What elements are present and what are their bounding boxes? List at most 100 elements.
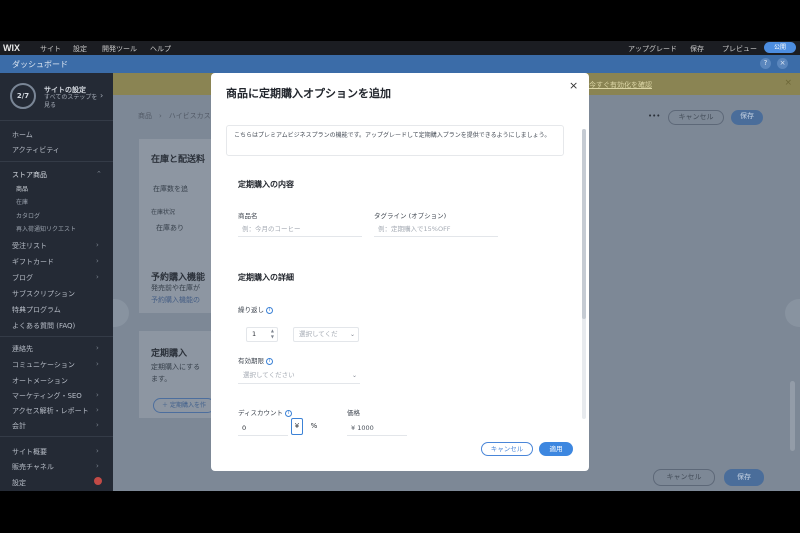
product-name-input[interactable]: 例：今月のコーヒー: [238, 222, 362, 237]
chevron-right-icon: ›: [96, 391, 99, 399]
repeat-value: 1: [252, 330, 257, 338]
top-nav: WIX サイト 設定 開発ツール ヘルプ アップグレード 保存 プレビュー 公開: [0, 41, 800, 55]
modal-scrollbar[interactable]: [582, 129, 586, 419]
sidebar-item-communication[interactable]: コミュニケーション: [12, 360, 75, 370]
sidebar-item-faq[interactable]: よくある質問 (FAQ): [12, 321, 75, 331]
modal-title: 商品に定期購入オプションを追加: [226, 87, 391, 100]
price-label: 価格: [347, 409, 360, 417]
sidebar-item-blog[interactable]: ブログ: [12, 273, 33, 283]
nav-save[interactable]: 保存: [690, 44, 704, 54]
sidebar-item-activity[interactable]: アクティビティ: [12, 145, 60, 155]
sidebar-subitem-products[interactable]: 商品: [16, 184, 28, 193]
sidebar-item-home[interactable]: ホーム: [12, 130, 33, 140]
tagline-input[interactable]: 例：定期購入で15%OFF: [374, 222, 498, 237]
sidebar-item-settings[interactable]: 設定: [12, 478, 26, 488]
sidebar-item-accounting[interactable]: 会計: [12, 421, 26, 431]
close-icon[interactable]: ×: [569, 79, 578, 92]
chevron-down-icon: ⌄: [349, 331, 355, 338]
page-scrollbar[interactable]: [790, 381, 795, 451]
sidebar-item-gift-cards[interactable]: ギフトカード: [12, 257, 54, 267]
nav-site[interactable]: サイト: [40, 44, 61, 54]
modal-cancel-button[interactable]: キャンセル: [481, 442, 533, 456]
nav-help[interactable]: ヘルプ: [150, 44, 171, 54]
close-icon[interactable]: ×: [784, 78, 792, 88]
chevron-right-icon: ›: [96, 447, 99, 455]
more-icon[interactable]: •••: [648, 112, 660, 120]
sidebar-item-orders[interactable]: 受注リスト: [12, 241, 47, 251]
stepper-arrows-icon[interactable]: ▲ ▼: [271, 328, 274, 340]
help-icon[interactable]: ?: [760, 58, 771, 69]
screen: WIX サイト 設定 開発ツール ヘルプ アップグレード 保存 プレビュー 公開…: [0, 41, 800, 491]
details-section-header: 定期購入の詳細: [238, 273, 294, 282]
chevron-right-icon: ›: [96, 462, 99, 470]
sidebar-subitem-catalog[interactable]: カタログ: [16, 211, 40, 220]
sidebar-item-site-overview[interactable]: サイト概要: [12, 447, 47, 457]
repeat-period-value: 選択してくだ: [299, 330, 338, 338]
discount-label-row: ディスカウント i: [238, 407, 293, 417]
nav-settings[interactable]: 設定: [73, 44, 87, 54]
notification-badge: [94, 477, 102, 485]
footer-cancel-button[interactable]: キャンセル: [653, 469, 715, 486]
sidebar-item-contacts[interactable]: 連絡先: [12, 344, 33, 354]
chevron-up-icon: ⌃: [96, 170, 102, 178]
modal-apply-button[interactable]: 適用: [539, 442, 573, 456]
verify-link[interactable]: 今すぐ有効化を確認: [589, 80, 652, 90]
inventory-toggle-label[interactable]: 在庫数を追: [153, 184, 188, 194]
inventory-status-select[interactable]: 在庫あり: [156, 223, 184, 233]
info-icon[interactable]: i: [285, 409, 293, 417]
chevron-right-icon: ›: [96, 360, 99, 368]
sidebar: 2/7 サイトの設定 すべてのステップを見る › ホーム アクティビティ ストア…: [0, 73, 113, 491]
create-subscription-button[interactable]: ＋ 定期購入を作: [153, 398, 215, 413]
sidebar-item-automation[interactable]: オートメーション: [12, 376, 68, 386]
scroll-right-handle: [785, 299, 800, 327]
header-save-button[interactable]: 保存: [731, 110, 763, 125]
scroll-left-handle: [113, 299, 129, 327]
divider: [0, 336, 113, 337]
wix-logo: WIX: [3, 43, 20, 53]
premium-notice: こちらはプレミアムビジネスプランの機能です。アップグレードして定期購入プランを提…: [226, 125, 564, 156]
divider: [0, 120, 113, 121]
preorder-link[interactable]: 予約購入機能の: [151, 295, 200, 305]
scrollbar-thumb[interactable]: [582, 129, 586, 319]
chevron-down-icon: ⌄: [351, 372, 357, 379]
info-icon[interactable]: i: [266, 357, 273, 365]
discount-yen-toggle[interactable]: ¥: [291, 418, 303, 435]
subscription-text-2: ます。: [151, 375, 172, 383]
setup-progress[interactable]: 2/7 サイトの設定 すべてのステップを見る ›: [6, 79, 106, 115]
progress-ring: 2/7: [10, 83, 36, 109]
nav-upgrade-link[interactable]: アップグレード: [628, 44, 677, 54]
nav-dev-tools[interactable]: 開発ツール: [102, 44, 137, 54]
sidebar-item-analytics[interactable]: アクセス解析・レポート: [12, 406, 89, 416]
divider: [0, 436, 113, 437]
chevron-right-icon: ›: [100, 91, 104, 100]
expiry-select[interactable]: 選択してください ⌄: [238, 369, 360, 384]
subscription-title: 定期購入: [151, 349, 188, 359]
sidebar-item-marketing-seo[interactable]: マーケティング・SEO: [12, 391, 82, 401]
footer-save-button[interactable]: 保存: [724, 469, 764, 486]
dashboard-title: ダッシュボード: [12, 60, 68, 69]
sidebar-item-subscriptions[interactable]: サブスクリプション: [12, 289, 75, 299]
repeat-period-select[interactable]: 選択してくだ ⌄: [293, 327, 359, 342]
sidebar-subitem-inventory[interactable]: 在庫: [16, 197, 28, 206]
chevron-right-icon: ›: [96, 257, 99, 265]
sidebar-item-store[interactable]: ストア商品: [12, 170, 47, 180]
expiry-label: 有効期限: [238, 357, 264, 365]
discount-input[interactable]: 0: [238, 421, 288, 436]
discount-percent-toggle[interactable]: %: [307, 418, 321, 435]
inventory-status-label: 在庫状況: [151, 209, 176, 216]
add-subscription-modal: 商品に定期購入オプションを追加 × こちらはプレミアムビジネスプランの機能です。…: [211, 73, 589, 471]
tagline-label: タグライン (オプション): [374, 212, 447, 220]
info-icon[interactable]: i: [266, 306, 273, 314]
publish-button[interactable]: 公開: [764, 42, 796, 53]
repeat-stepper[interactable]: 1 ▲ ▼: [246, 327, 278, 342]
header-cancel-button[interactable]: キャンセル: [668, 110, 724, 125]
sidebar-item-loyalty[interactable]: 特典プログラム: [12, 305, 61, 315]
preorder-text: 発売前や在庫が: [151, 284, 200, 292]
sidebar-item-sales-channels[interactable]: 販売チャネル: [12, 462, 54, 472]
breadcrumb[interactable]: 商品 › ハイビスカス: [138, 111, 211, 121]
nav-preview[interactable]: プレビュー: [722, 44, 757, 54]
expiry-label-row: 有効期限 i: [238, 355, 273, 365]
sidebar-subitem-restock[interactable]: 再入荷通知リクエスト: [16, 224, 76, 233]
close-icon[interactable]: ×: [777, 58, 788, 69]
repeat-label: 繰り返し: [238, 306, 264, 314]
